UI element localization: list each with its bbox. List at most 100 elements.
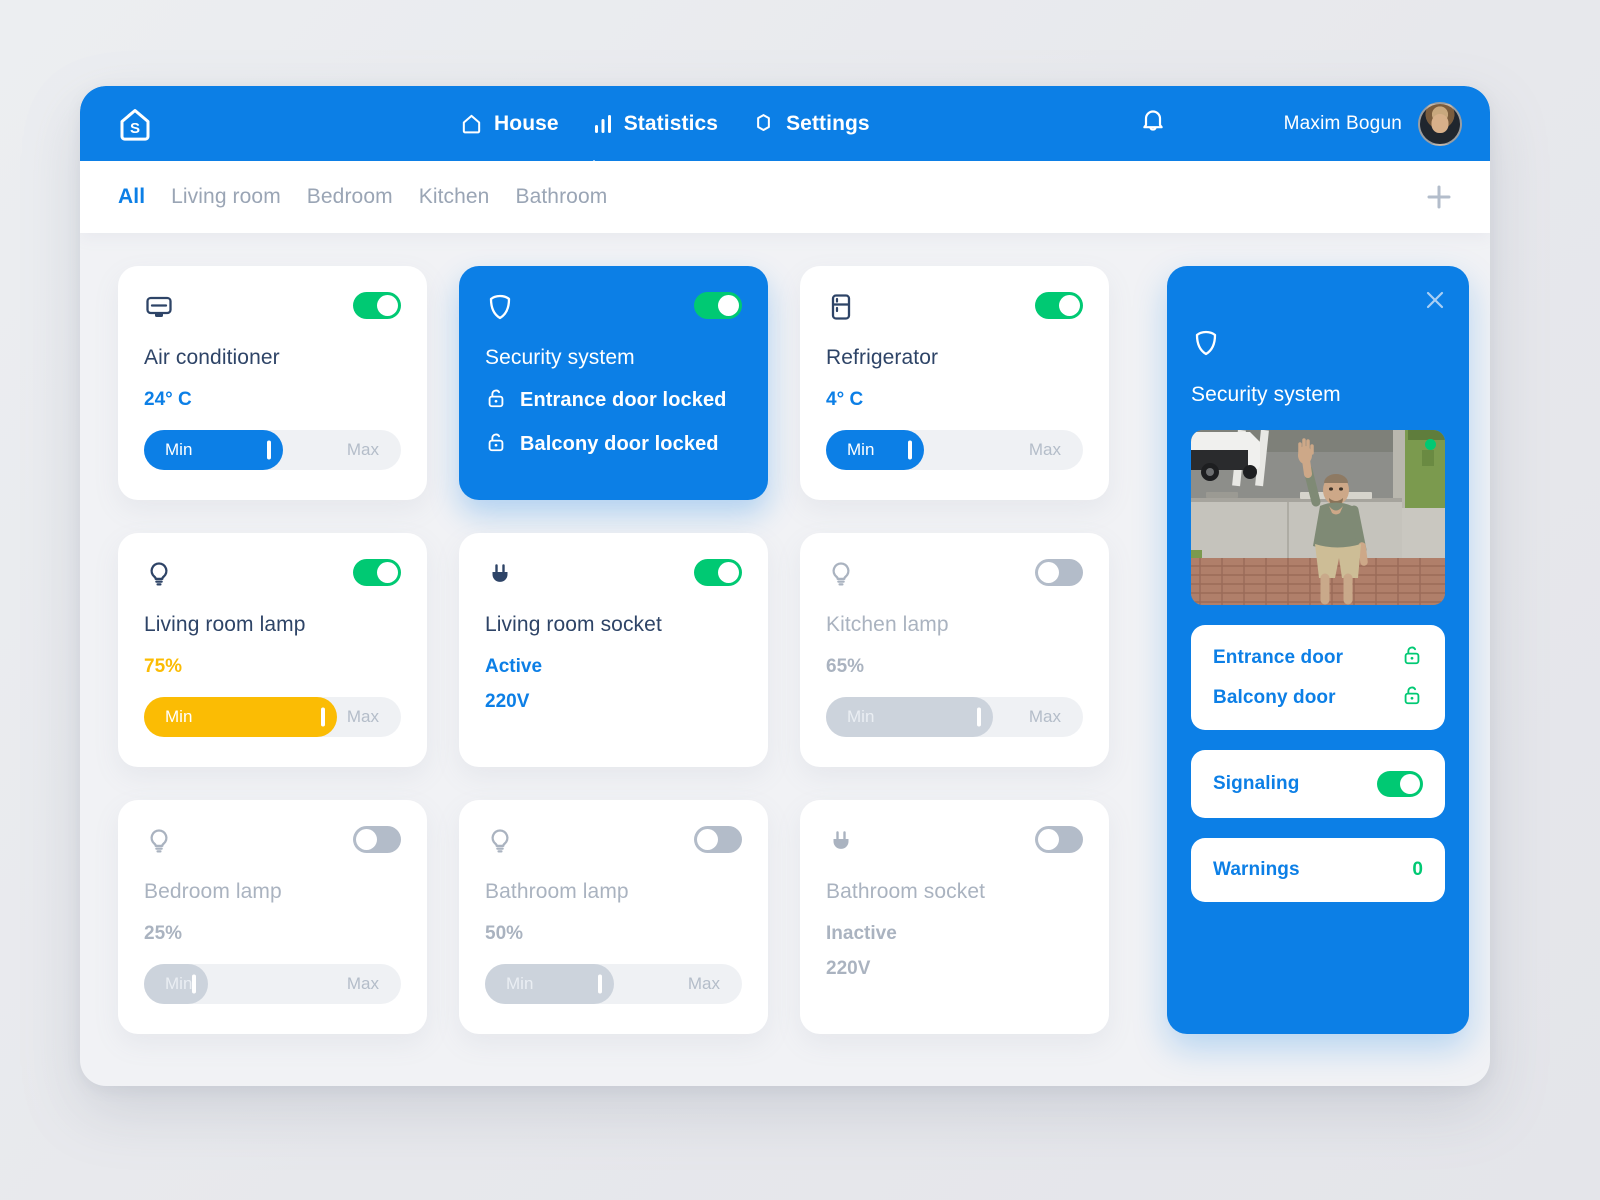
tab-living-room[interactable]: Living room	[171, 185, 281, 209]
toggle-refrigerator[interactable]	[1035, 292, 1083, 319]
room-tabbar: All Living room Bedroom Kitchen Bathroom	[80, 161, 1490, 233]
card-title: Bathroom lamp	[485, 880, 629, 903]
door-label: Entrance door	[1213, 646, 1344, 668]
slider-min-label: Min	[165, 440, 193, 459]
card-header	[485, 559, 742, 593]
door-row-entrance[interactable]: Entrance door	[1213, 644, 1423, 671]
user-menu[interactable]: Maxim Bogun	[1284, 101, 1462, 146]
security-item-entrance-door: Entrance door locked	[485, 387, 742, 414]
toggle-bathroom-lamp[interactable]	[694, 826, 742, 853]
slider-bathroom-lamp[interactable]: Min Max	[485, 964, 742, 1004]
slider-handle[interactable]	[266, 440, 271, 460]
slider-max-label: Max	[346, 440, 379, 459]
card-title: Air conditioner	[144, 346, 280, 369]
signaling-row[interactable]: Signaling	[1213, 771, 1423, 797]
toggle-air-conditioner[interactable]	[353, 292, 401, 319]
slider-handle[interactable]	[907, 440, 912, 460]
nav-item-settings-label: Settings	[786, 111, 870, 135]
device-card-security-system[interactable]: Security system Entrance door locked Bal…	[459, 266, 768, 500]
security-system-panel: Security system Entrance door Balcony do…	[1167, 266, 1469, 1034]
lock-icon	[485, 387, 507, 414]
card-title: Living room socket	[485, 613, 662, 636]
nav-item-house[interactable]: House	[460, 112, 559, 136]
card-value-secondary: 220V	[485, 691, 530, 712]
card-value: 75%	[144, 656, 183, 677]
toggle-security-system[interactable]	[694, 292, 742, 319]
nav-item-house-label: House	[494, 111, 559, 135]
signaling-box: Signaling	[1191, 750, 1445, 818]
close-icon[interactable]	[1423, 288, 1447, 317]
slider-handle[interactable]	[320, 707, 325, 727]
camera-feed-image	[1191, 430, 1445, 605]
device-card-living-room-socket[interactable]: Living room socket Active 220V	[459, 533, 768, 767]
nav-item-statistics[interactable]: Statistics	[593, 112, 718, 136]
security-item-label: Entrance door locked	[520, 389, 727, 411]
slider-air-conditioner[interactable]: Min Max	[144, 430, 401, 470]
house-s-logo-icon[interactable]: S	[113, 102, 157, 146]
device-card-air-conditioner[interactable]: Air conditioner 24° C Min Max	[118, 266, 427, 500]
slider-handle[interactable]	[597, 974, 602, 994]
card-value: Inactive	[826, 923, 897, 944]
tab-bedroom[interactable]: Bedroom	[307, 185, 393, 209]
slider-bedroom-lamp[interactable]: Min Max	[144, 964, 401, 1004]
toggle-kitchen-lamp[interactable]	[1035, 559, 1083, 586]
slider-handle[interactable]	[977, 707, 982, 727]
device-card-refrigerator[interactable]: Refrigerator 4° C Min Max	[800, 266, 1109, 500]
device-card-bedroom-lamp[interactable]: Bedroom lamp 25% Min Max	[118, 800, 427, 1034]
warnings-count: 0	[1412, 859, 1423, 880]
slider-max-label: Max	[1028, 707, 1061, 726]
tab-bathroom[interactable]: Bathroom	[515, 185, 607, 209]
air-conditioner-icon	[144, 292, 174, 327]
nav-item-statistics-label: Statistics	[623, 111, 719, 135]
slider-min-label: Min	[165, 974, 193, 993]
toggle-living-room-lamp[interactable]	[353, 559, 401, 586]
toggle-bedroom-lamp[interactable]	[353, 826, 401, 853]
card-value-secondary: 220V	[826, 958, 871, 979]
slider-min-label: Min	[847, 440, 875, 459]
svg-text:S: S	[130, 120, 140, 137]
camera-feed[interactable]	[1191, 430, 1445, 605]
active-nav-caret	[578, 160, 610, 174]
main-nav: House Statistics Settings	[460, 112, 870, 136]
card-value: 50%	[485, 923, 524, 944]
panel-title: Security system	[1191, 383, 1341, 406]
avatar[interactable]	[1418, 101, 1462, 146]
nav-item-settings[interactable]: Settings	[752, 112, 870, 136]
device-card-bathroom-socket[interactable]: Bathroom socket Inactive 220V	[800, 800, 1109, 1034]
security-item-label: Balcony door locked	[520, 433, 719, 455]
slider-living-room-lamp[interactable]: Min Max	[144, 697, 401, 737]
bell-icon[interactable]	[1138, 105, 1168, 142]
slider-refrigerator[interactable]: Min Max	[826, 430, 1083, 470]
slider-max-label: Max	[1028, 440, 1061, 459]
door-row-balcony[interactable]: Balcony door	[1213, 684, 1423, 711]
toggle-signaling[interactable]	[1377, 771, 1423, 797]
toggle-living-room-socket[interactable]	[694, 559, 742, 586]
shield-icon	[1191, 328, 1445, 363]
slider-min-label: Min	[506, 974, 534, 993]
plus-icon[interactable]	[1424, 182, 1454, 212]
toggle-bathroom-socket[interactable]	[1035, 826, 1083, 853]
warnings-row[interactable]: Warnings 0	[1213, 859, 1423, 881]
tab-kitchen[interactable]: Kitchen	[419, 185, 490, 209]
lamp-icon	[826, 559, 856, 594]
device-card-kitchen-lamp[interactable]: Kitchen lamp 65% Min Max	[800, 533, 1109, 767]
card-value: 25%	[144, 923, 183, 944]
slider-kitchen-lamp[interactable]: Min Max	[826, 697, 1083, 737]
lock-icon	[1401, 684, 1423, 711]
warnings-label: Warnings	[1213, 859, 1300, 880]
slider-max-label: Max	[346, 707, 379, 726]
house-icon	[460, 112, 483, 135]
device-card-living-room-lamp[interactable]: Living room lamp 75% Min Max	[118, 533, 427, 767]
card-title: Bathroom socket	[826, 880, 986, 903]
slider-min-label: Min	[847, 707, 875, 726]
card-title: Living room lamp	[144, 613, 306, 636]
slider-handle[interactable]	[192, 974, 197, 994]
lamp-icon	[144, 559, 174, 594]
card-title: Security system	[485, 346, 635, 369]
gear-icon	[752, 112, 775, 135]
device-card-bathroom-lamp[interactable]: Bathroom lamp 50% Min Max	[459, 800, 768, 1034]
tab-all[interactable]: All	[118, 185, 145, 209]
card-value: 4° C	[826, 389, 864, 410]
lamp-icon	[144, 826, 174, 861]
shield-icon	[485, 292, 515, 327]
